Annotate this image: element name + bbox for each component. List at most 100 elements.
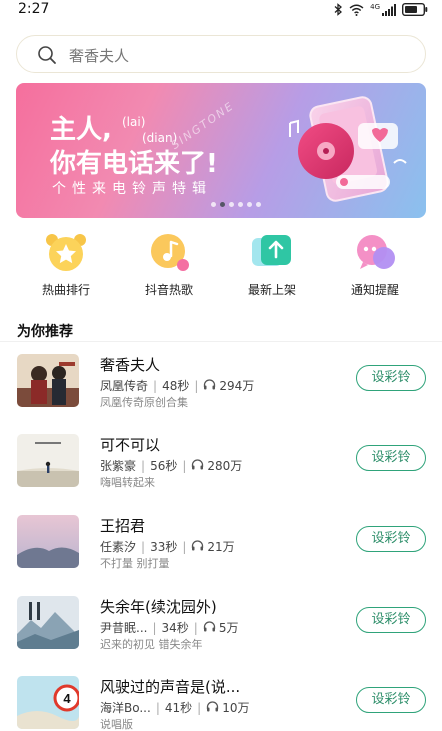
divider [0,341,442,342]
status-icons: 4G [334,3,428,16]
svg-text:4: 4 [63,691,71,706]
pagination-dot[interactable] [256,202,261,207]
song-duration: 33秒 [150,540,178,554]
song-title: 失余年(续沈园外) [100,598,217,616]
banner-subtitle: 个性来电铃声特辑 [52,181,212,197]
trophy-icon [44,232,88,272]
set-ringtone-button[interactable]: 设彩铃 [356,445,426,471]
song-plays: 280万 [207,459,243,473]
category-hot-chart[interactable]: 热曲排行 [26,232,106,298]
section-title: 为你推荐 [17,324,73,340]
song-subtitle: 凤凰传奇原创合集 [100,396,188,409]
banner-headline-line1: 主人, [50,115,112,145]
album-cover [17,354,79,407]
pagination-dot[interactable] [229,202,234,207]
song-plays: 21万 [207,540,235,554]
song-row[interactable]: 奢香夫人 凤凰传奇 | 48秒 | 294万 凤凰传奇原创合集 设彩铃 [0,354,442,434]
category-new-arrivals[interactable]: 最新上架 [232,232,312,298]
album-cover [17,596,79,649]
headphones-icon [191,539,207,554]
song-artist: 张紫豪 [100,459,137,473]
song-subtitle: 迟来的初见 错失余年 [100,638,203,651]
song-subtitle: 嗨唱转起来 [100,476,155,489]
album-cover: 4 [17,676,79,729]
song-artist: 任素汐 [100,540,137,554]
pagination-dot[interactable] [247,202,252,207]
separator: | [194,378,199,393]
song-plays: 10万 [222,701,250,715]
set-ringtone-button[interactable]: 设彩铃 [356,526,426,552]
banner-pagination [211,202,261,207]
song-subtitle: 说唱版 [100,718,133,731]
category-label: 热曲排行 [41,283,90,297]
song-meta: 海洋Bo... | 41秒 | 10万 [100,699,249,716]
wifi-icon [349,4,364,16]
headphones-icon [191,458,207,473]
pagination-dot[interactable] [220,202,225,207]
headphones-icon [206,700,222,715]
set-ringtone-button[interactable]: 设彩铃 [356,607,426,633]
signal-icon [382,3,396,16]
headphones-icon [203,620,219,635]
status-time: 2:27 [18,1,50,17]
song-plays: 294万 [219,379,255,393]
bluetooth-icon [334,3,343,16]
song-artist: 凤凰传奇 [100,379,149,393]
album-cover [17,515,79,568]
song-row[interactable]: 4 风驶过的声音是(说... 海洋Bo... | 41秒 | 10万 说唱版 设彩铃 [0,676,442,731]
category-row: 热曲排行 抖音热歌 最新上架 通知提醒 [16,232,426,302]
song-subtitle: 不打量 别打量 [100,557,170,570]
song-duration: 41秒 [164,701,193,715]
network-type-label: 4G [370,2,380,11]
music-note-icon [147,232,191,272]
pagination-dot[interactable] [238,202,243,207]
song-title: 奢香夫人 [100,356,161,374]
headphones-icon [203,378,219,393]
search-icon [37,45,57,69]
category-label: 抖音热歌 [144,283,193,297]
promo-banner[interactable]: SINGTONE 主人, (lai) (dian) 你有电话来了! 个性来电铃声… [16,83,426,218]
song-plays: 5万 [218,621,239,635]
set-ringtone-button[interactable]: 设彩铃 [356,365,426,391]
separator: | [193,620,198,635]
upload-arrow-icon [250,232,294,272]
song-row[interactable]: 王招君 任素汐 | 33秒 | 21万 不打量 别打量 设彩铃 [0,515,442,595]
chat-bubble-icon [353,232,397,272]
song-title: 风驶过的声音是(说... [100,678,241,696]
separator: | [182,539,187,554]
separator: | [141,458,146,473]
category-label: 最新上架 [247,283,296,297]
set-ringtone-button[interactable]: 设彩铃 [356,687,426,713]
category-notification[interactable]: 通知提醒 [335,232,415,298]
status-bar: 2:27 4G [0,0,442,22]
battery-icon [402,3,428,16]
category-douyin[interactable]: 抖音热歌 [129,232,209,298]
separator: | [197,700,202,715]
song-artist: 尹昔眠... [100,621,148,635]
song-duration: 34秒 [161,621,189,635]
pagination-dot[interactable] [211,202,216,207]
separator: | [152,620,157,635]
song-title: 可不可以 [100,436,161,454]
song-meta: 凤凰传奇 | 48秒 | 294万 [100,377,254,394]
album-cover [17,434,79,487]
separator: | [155,700,160,715]
song-artist: 海洋Bo... [100,701,151,715]
song-meta: 任素汐 | 33秒 | 21万 [100,538,235,555]
search-bar[interactable]: 奢香夫人 [16,35,426,73]
search-input[interactable]: 奢香夫人 [69,45,129,66]
song-row[interactable]: 失余年(续沈园外) 尹昔眠... | 34秒 | 5万 迟来的初见 错失余年 设彩铃 [0,596,442,676]
banner-pinyin-lai: (lai) [122,115,146,129]
category-label: 通知提醒 [350,283,399,297]
phone-illustration [266,93,416,212]
song-meta: 尹昔眠... | 34秒 | 5万 [100,619,238,636]
separator: | [141,539,146,554]
song-row[interactable]: 可不可以 张紫豪 | 56秒 | 280万 嗨唱转起来 设彩铃 [0,434,442,514]
separator: | [182,458,187,473]
banner-headline-line2: 你有电话来了! [50,149,218,179]
song-meta: 张紫豪 | 56秒 | 280万 [100,457,242,474]
song-title: 王招君 [100,517,146,535]
song-duration: 48秒 [162,379,190,393]
song-duration: 56秒 [150,459,178,473]
separator: | [153,378,158,393]
